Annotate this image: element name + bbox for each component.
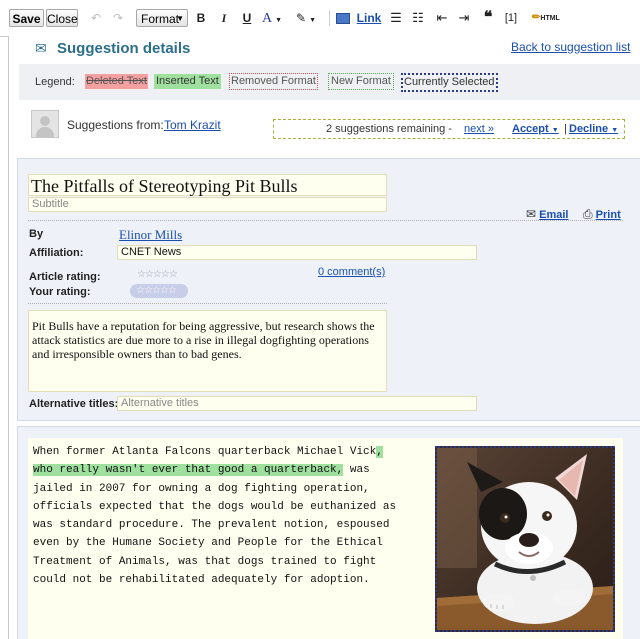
- dog-photo: [437, 448, 613, 630]
- legend-new-format: New Format: [328, 73, 394, 90]
- email-link[interactable]: ✉ Email: [526, 207, 568, 221]
- avatar: [31, 110, 59, 138]
- action-separator: |: [564, 123, 567, 135]
- envelope-icon: ✉: [526, 207, 537, 221]
- chevron-down-icon: ▼: [611, 127, 619, 134]
- italic-button[interactable]: I: [217, 9, 231, 27]
- suggestion-author-link[interactable]: Tom Krazit: [164, 118, 221, 132]
- chevron-down-icon: ▼: [176, 14, 184, 23]
- format-dropdown[interactable]: Format ▼: [136, 9, 188, 27]
- alt-titles-field[interactable]: Alternative titles: [117, 396, 477, 411]
- format-label: Format: [141, 12, 180, 26]
- suggestion-icon: ✉: [35, 40, 47, 56]
- outdent-icon[interactable]: ⇤: [434, 9, 450, 27]
- alt-titles-label: Alternative titles:: [29, 398, 119, 410]
- redo-icon[interactable]: ↷: [110, 9, 126, 27]
- close-button[interactable]: Close: [46, 9, 78, 27]
- suggestions-remaining: 2 suggestions remaining -: [326, 123, 452, 135]
- highlight-color-button[interactable]: ✎ ▼: [296, 9, 324, 27]
- article-rating-label: Article rating:: [29, 271, 101, 283]
- page-title: Suggestion details: [57, 40, 191, 57]
- toolbar-divider: [329, 10, 330, 26]
- by-label: By: [29, 228, 44, 240]
- subtitle-field[interactable]: Subtitle: [28, 197, 387, 212]
- html-button[interactable]: ✏HTML: [532, 9, 566, 27]
- html-label: HTML: [540, 15, 560, 22]
- bulleted-list-icon[interactable]: ☷: [410, 9, 426, 27]
- font-color-button[interactable]: A ▼: [262, 9, 290, 27]
- chevron-down-icon: ▼: [551, 127, 559, 134]
- content-frame: ✉ Suggestion details Back to suggestion …: [8, 36, 640, 639]
- print-link[interactable]: ⎙ Print: [583, 207, 621, 222]
- printer-icon: ⎙: [583, 207, 593, 221]
- undo-icon[interactable]: ↶: [88, 9, 104, 27]
- suggestion-nav-box: 2 suggestions remaining - next » Accept …: [273, 119, 625, 139]
- footnote-button[interactable]: [1]: [502, 9, 520, 27]
- font-color-label: A: [262, 11, 273, 26]
- divider: [28, 303, 387, 304]
- email-label: Email: [539, 209, 569, 221]
- chevron-down-icon: ▼: [309, 17, 316, 24]
- underline-button[interactable]: U: [240, 9, 254, 27]
- save-button[interactable]: Save: [9, 9, 44, 27]
- bold-button[interactable]: B: [194, 9, 208, 27]
- your-rating-stars: ☆☆☆☆☆: [136, 285, 177, 296]
- your-rating-label: Your rating:: [29, 286, 91, 298]
- inserted-text: who really wasn't ever that good a quart…: [33, 464, 344, 477]
- decline-button[interactable]: Decline ▼: [569, 123, 618, 135]
- legend-label: Legend:: [35, 76, 75, 88]
- article-image-dog[interactable]: [435, 446, 615, 632]
- next-suggestion-link[interactable]: next »: [464, 123, 494, 135]
- link-button[interactable]: Link: [356, 9, 382, 27]
- article-title-field[interactable]: The Pitfalls of Stereotyping Pit Bulls: [28, 174, 387, 196]
- indent-icon[interactable]: ⇥: [456, 9, 472, 27]
- highlighter-icon: ✎: [296, 11, 307, 25]
- numbered-list-icon[interactable]: ☰: [388, 9, 404, 27]
- author-link[interactable]: Elinor Mills: [119, 227, 182, 243]
- summary-field[interactable]: Pit Bulls have a reputation for being ag…: [28, 310, 387, 392]
- article-rating-stars: ☆☆☆☆☆: [137, 269, 178, 280]
- accept-button[interactable]: Accept ▼: [512, 123, 559, 135]
- legend-deleted: Deleted Text: [85, 74, 148, 89]
- image-icon[interactable]: [336, 9, 350, 27]
- legend-inserted: Inserted Text: [154, 74, 221, 89]
- affiliation-label: Affiliation:: [29, 247, 84, 259]
- editor-toolbar: Save Close ↶ ↷ Format ▼ B I U A ▼ ✎ ▼ Link …: [0, 0, 640, 37]
- affiliation-field[interactable]: CNET News: [117, 245, 477, 260]
- chevron-down-icon: ▼: [275, 17, 283, 24]
- suggestions-from-label: Suggestions from:: [67, 118, 164, 132]
- comments-link[interactable]: 0 comment(s): [318, 266, 385, 278]
- accept-label: Accept: [512, 123, 549, 135]
- decline-label: Decline: [569, 123, 609, 135]
- your-rating-widget[interactable]: ☆☆☆☆☆: [130, 284, 188, 298]
- legend-currently-selected: Currently Selected: [401, 73, 498, 92]
- blockquote-icon[interactable]: ❝: [480, 9, 496, 27]
- back-to-list-link[interactable]: Back to suggestion list: [511, 40, 630, 54]
- legend-removed-format: Removed Format: [229, 73, 318, 90]
- print-label: Print: [595, 209, 621, 221]
